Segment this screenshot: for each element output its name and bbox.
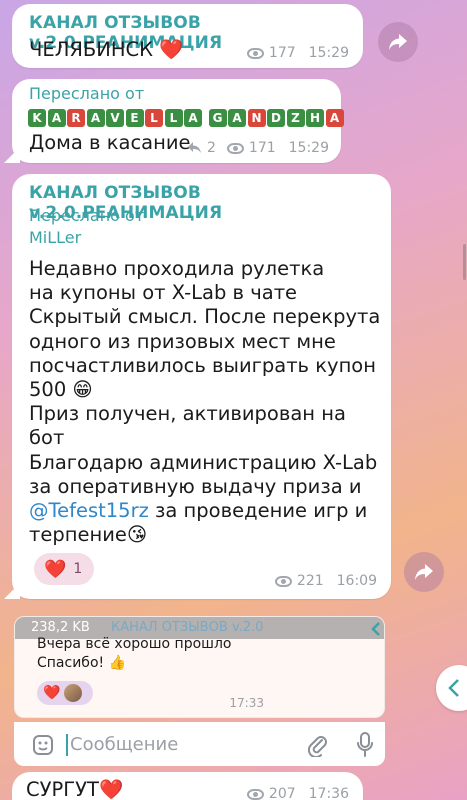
message-line: на купоны от X-Lab в чате bbox=[29, 281, 298, 305]
message-text: СУРГУТ❤️ bbox=[26, 778, 124, 800]
mention-link[interactable]: @Tefest15rz bbox=[29, 499, 149, 522]
message-bubble-4[interactable]: СУРГУТ❤️ 207 17:36 bbox=[12, 772, 363, 800]
message-meta: 2 171 15:29 bbox=[187, 140, 329, 156]
collapse-chevron-button[interactable] bbox=[365, 618, 387, 640]
forwarded-label: Переслано от bbox=[29, 206, 145, 225]
message-input[interactable]: Сообщение bbox=[70, 734, 178, 755]
heart-reaction-icon: ❤️ bbox=[44, 558, 67, 580]
message-time: 15:29 bbox=[288, 140, 329, 156]
views-count: 177 bbox=[268, 45, 296, 61]
message-line: Недавно проходила рулетка bbox=[29, 257, 325, 280]
message-bubble-3[interactable]: КАНАЛ ОТЗЫВОВ v.2.0.РЕАНИМАЦИЯ Переслано… bbox=[4, 174, 391, 599]
message-line: Скрытый смысл. После перекрута bbox=[29, 305, 381, 329]
message-meta: 221 16:09 bbox=[274, 573, 377, 589]
reaction-chip[interactable]: ❤️ 1 bbox=[34, 553, 95, 585]
media-time: 17:33 bbox=[229, 696, 264, 710]
message-composer: Сообщение bbox=[14, 722, 385, 766]
message-line: одного из призовых мест мне bbox=[29, 329, 336, 353]
bubble-tail bbox=[4, 583, 20, 599]
chevron-left-icon bbox=[448, 679, 459, 697]
file-size-label: 238,2 KB bbox=[31, 620, 90, 635]
views-icon bbox=[246, 788, 264, 800]
message-line: бот bbox=[29, 426, 65, 450]
message-time: 16:09 bbox=[336, 573, 377, 589]
message-line: Благодарю администрацию X-Lab bbox=[29, 450, 378, 474]
forwarded-from[interactable]: MiLLer bbox=[29, 228, 81, 247]
message-line: за оперативную выдачу приза и bbox=[29, 474, 362, 498]
media-channel-overlay: КАНАЛ ОТЗЫВОВ v.2.0 bbox=[111, 620, 264, 635]
message-meta: 177 15:29 bbox=[246, 45, 349, 61]
share-button[interactable] bbox=[404, 552, 444, 592]
message-text: ЧЕЛЯБИНСК ❤️ bbox=[29, 38, 184, 61]
heart-reaction-icon: ❤️ bbox=[43, 685, 61, 701]
media-reaction-chip[interactable]: ❤️ bbox=[37, 681, 93, 705]
message-line: посчастливилось выиграть купон bbox=[29, 353, 376, 377]
forwarded-label: Переслано от bbox=[29, 84, 145, 103]
views-count: 207 bbox=[268, 786, 296, 800]
message-text: Дома в касание bbox=[29, 131, 191, 154]
forwarded-source-tiles[interactable]: KARAVELLAGANDZHA bbox=[28, 107, 345, 127]
emoji-sticker-icon[interactable] bbox=[32, 734, 54, 756]
media-text-line: Спасибо! 👍 bbox=[37, 655, 126, 671]
media-preview[interactable]: 238,2 KB КАНАЛ ОТЗЫВОВ v.2.0 Вчера всё х… bbox=[14, 616, 385, 718]
views-count: 171 bbox=[248, 140, 276, 156]
message-bubble-2[interactable]: Переслано от KARAVELLAGANDZHA Дома в кас… bbox=[4, 79, 344, 163]
views-icon bbox=[226, 142, 244, 154]
message-line: 500 😁 bbox=[29, 378, 93, 402]
reaction-count: 1 bbox=[73, 561, 83, 577]
reply-arrow-icon bbox=[187, 142, 201, 153]
views-count: 221 bbox=[296, 573, 324, 589]
replies-count: 2 bbox=[206, 140, 216, 156]
message-line: терпение😘 bbox=[29, 523, 148, 547]
views-icon bbox=[246, 47, 264, 59]
views-icon bbox=[274, 575, 292, 587]
message-meta: 207 17:36 bbox=[246, 786, 349, 800]
chevron-left-icon bbox=[371, 622, 380, 636]
share-arrow-icon bbox=[389, 34, 407, 50]
message-bubble-1[interactable]: КАНАЛ ОТЗЫВОВ v.2.0.РЕАНИМАЦИЯ ЧЕЛЯБИНСК… bbox=[12, 4, 363, 68]
paperclip-icon[interactable] bbox=[306, 733, 328, 757]
media-text-line: Вчера всё хорошо прошло bbox=[37, 636, 232, 652]
expand-side-button[interactable] bbox=[436, 665, 467, 711]
scrollbar-thumb[interactable] bbox=[463, 244, 466, 280]
microphone-icon[interactable] bbox=[356, 732, 374, 758]
reactor-avatar bbox=[64, 684, 83, 702]
message-line: @Tefest15rz за проведение игр и bbox=[29, 499, 380, 523]
share-arrow-icon bbox=[415, 564, 433, 580]
message-time: 15:29 bbox=[308, 45, 349, 61]
text-cursor bbox=[66, 734, 68, 756]
bubble-tail bbox=[4, 147, 20, 163]
mention-suffix: за проведение игр и bbox=[148, 499, 368, 523]
share-button[interactable] bbox=[378, 22, 418, 62]
message-line: Приз получен, активирован на bbox=[29, 402, 346, 426]
message-time: 17:36 bbox=[308, 786, 349, 800]
message-body: Недавно проходила рулетка на купоны от X… bbox=[29, 257, 380, 547]
